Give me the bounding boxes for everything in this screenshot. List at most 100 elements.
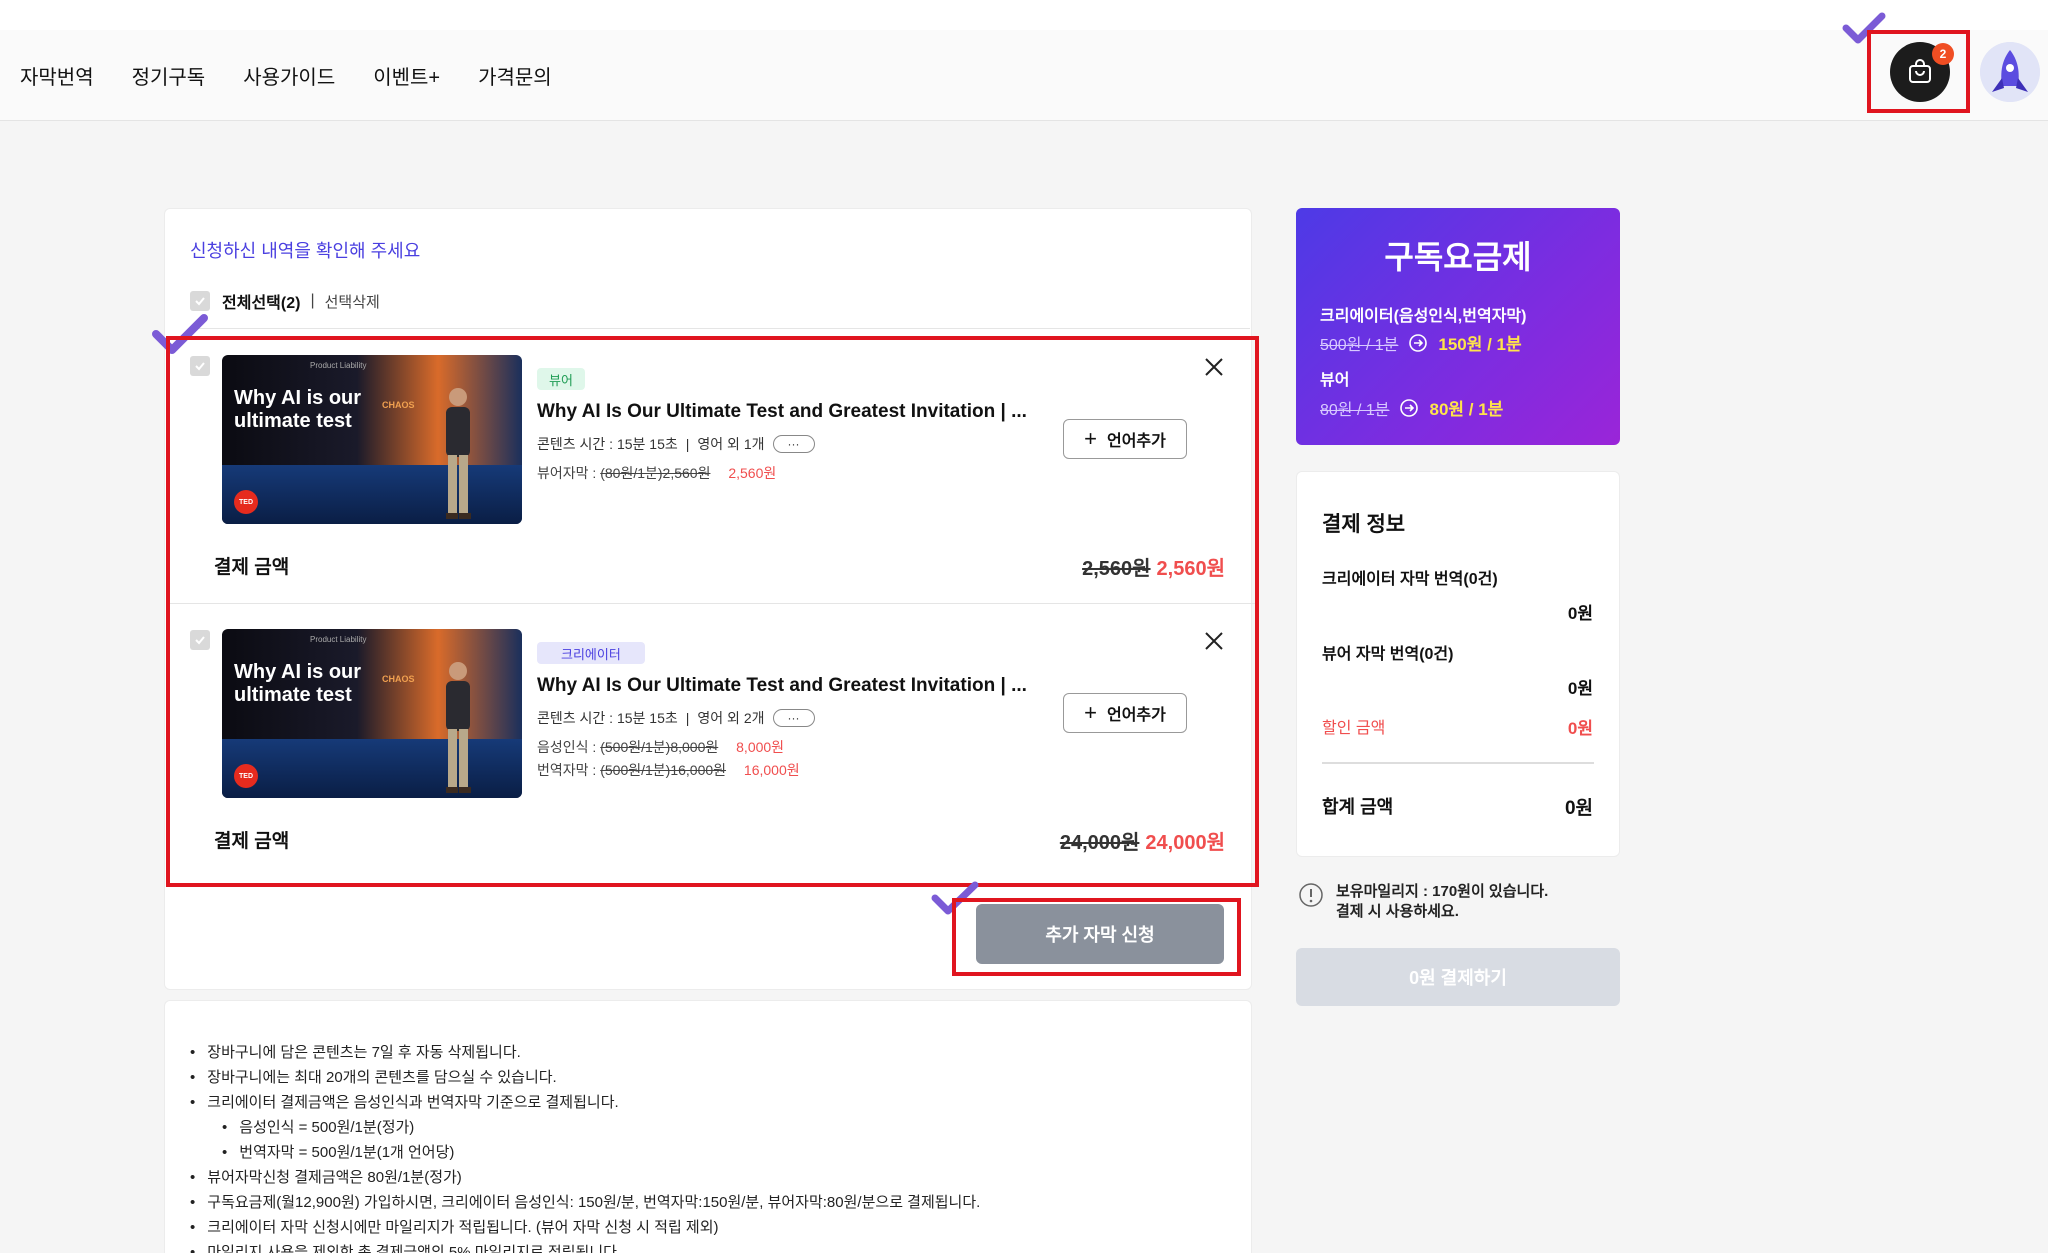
content-duration: 콘텐츠 시간 : 15분 15초 (537, 710, 678, 726)
subscription-plan-card[interactable]: 구독요금제 크리에이터(음성인식,번역자막) 500원 / 1분 150원 / … (1296, 208, 1620, 445)
check-icon (195, 636, 205, 645)
price-label: 번역자막 : (537, 762, 597, 778)
thumb-label: Product Liability (310, 635, 367, 644)
note-subitem: 음성인식 = 500원/1분(정가) (222, 1116, 414, 1137)
divider-line (190, 328, 1250, 329)
nav-item-pricing-inquiry[interactable]: 가격문의 (478, 61, 552, 90)
delete-selected-link[interactable]: 선택삭제 (325, 291, 380, 312)
payment-info-title: 결제 정보 (1322, 513, 1406, 536)
payment-amount: 24,000원 24,000원 (1060, 826, 1225, 855)
total-value: 0원 (1564, 798, 1593, 819)
viewer-tag: 뷰어 (537, 368, 585, 390)
header: 자막번역 정기구독 사용가이드 이벤트+ 가격문의 (0, 30, 2048, 121)
viewer-translation-value: 0원 (1567, 679, 1593, 698)
select-all-label[interactable]: 전체선택(2) (222, 289, 300, 313)
language-count: 영어 외 2개 (697, 710, 765, 726)
creator-translation-value: 0원 (1567, 604, 1593, 623)
payment-amount-label: 결제 금액 (214, 831, 290, 852)
thumb-brand: CHAOS (382, 400, 415, 410)
cart-title: 신청하신 내역을 확인해 주세요 (190, 241, 421, 261)
top-strip (0, 0, 2048, 30)
content-duration: 콘텐츠 시간 : 15분 15초 (537, 436, 678, 452)
mileage-line: 보유마일리지 : 170원이 있습니다. (1336, 883, 1549, 900)
payment-final: 2,560원 (1156, 558, 1225, 580)
add-language-button[interactable]: + 언어추가 (1063, 693, 1187, 733)
info-icon (1299, 883, 1323, 907)
creator-new-price: 150원 / 1분 (1438, 335, 1522, 354)
item-title: Why AI Is Our Ultimate Test and Greatest… (537, 675, 1027, 696)
ted-logo: TED (234, 764, 258, 788)
creator-translation-label: 크리에이터 자막 번역(0건) (1322, 571, 1498, 588)
thumb-label: Product Liability (310, 361, 367, 370)
discount-label: 할인 금액 (1322, 720, 1386, 737)
nav-item-subscription[interactable]: 정기구독 (132, 61, 206, 90)
item-title: Why AI Is Our Ultimate Test and Greatest… (537, 401, 1027, 422)
note-item: 크리에이터 자막 신청시에만 마일리지가 적립됩니다. (뷰어 자막 신청 시 … (190, 1216, 718, 1237)
price-final: 8,000원 (736, 739, 785, 755)
item-meta: 콘텐츠 시간 : 15분 15초 | 영어 외 2개 ··· (537, 708, 815, 728)
creator-old-price: 500원 / 1분 (1320, 336, 1399, 354)
payment-final: 24,000원 (1145, 832, 1225, 854)
more-languages-button[interactable]: ··· (772, 709, 815, 727)
note-item: 크리에이터 결제금액은 음성인식과 번역자막 기준으로 결제됩니다. (190, 1091, 618, 1112)
item-divider (170, 603, 1255, 604)
thumb-title: Why AI is our ultimate test (234, 387, 361, 433)
select-all-checkbox[interactable] (190, 291, 210, 311)
speaker-figure (446, 388, 471, 519)
note-subitem: 번역자막 = 500원/1분(1개 언어당) (222, 1141, 454, 1162)
plan-title: 구독요금제 (1384, 239, 1532, 275)
note-item: 뷰어자막신청 결제금액은 80원/1분(정가) (190, 1166, 462, 1187)
nav-item-guide[interactable]: 사용가이드 (243, 61, 335, 90)
payment-amount-label: 결제 금액 (214, 557, 290, 578)
plus-icon: + (1084, 426, 1097, 451)
plus-icon: + (1084, 700, 1097, 725)
total-divider (1322, 762, 1594, 764)
thumb-brand: CHAOS (382, 674, 415, 684)
thumb-title-line: ultimate test (234, 684, 352, 706)
nav-item-events[interactable]: 이벤트+ (373, 61, 440, 90)
payment-original: 2,560원 (1082, 558, 1151, 580)
thumb-title-line: ultimate test (234, 410, 352, 432)
cart-count-badge: 2 (1932, 43, 1954, 65)
more-languages-button[interactable]: ··· (772, 435, 815, 453)
nav-item-subtitle-translation[interactable]: 자막번역 (20, 61, 94, 90)
language-count: 영어 외 1개 (697, 436, 765, 452)
add-language-label: 언어추가 (1106, 433, 1166, 450)
price-line-translation: 번역자막 : (500원/1분)16,000원 16,000원 (537, 760, 800, 780)
check-icon (195, 297, 205, 306)
note-item: 구독요금제(월12,900원) 가입하시면, 크리에이터 음성인식: 150원/… (190, 1191, 980, 1212)
add-language-button[interactable]: + 언어추가 (1063, 419, 1187, 459)
thumb-title-line: Why AI is our (234, 387, 362, 409)
add-language-label: 언어추가 (1106, 707, 1166, 724)
item-checkbox[interactable] (190, 630, 210, 650)
price-final: 16,000원 (743, 762, 800, 778)
payment-original: 24,000원 (1059, 832, 1140, 854)
check-icon (195, 362, 205, 371)
video-thumbnail[interactable]: Product Liability Why AI is our ultimate … (222, 629, 522, 798)
ted-logo: TED (234, 490, 258, 514)
viewer-translation-label: 뷰어 자막 번역(0건) (1322, 646, 1454, 663)
remove-item-close-icon[interactable] (1203, 356, 1225, 378)
avatar[interactable] (1980, 42, 2040, 102)
remove-item-close-icon[interactable] (1203, 630, 1225, 652)
item-meta: 콘텐츠 시간 : 15분 15초 | 영어 외 1개 ··· (537, 434, 815, 454)
price-original: (80원/1분)2,560원 (600, 465, 711, 481)
total-label: 합계 금액 (1322, 797, 1394, 817)
price-line-speech: 음성인식 : (500원/1분)8,000원 8,000원 (537, 737, 784, 757)
mileage-text: 보유마일리지 : 170원이 있습니다. 결제 시 사용하세요. (1336, 882, 1548, 922)
mileage-line: 결제 시 사용하세요. (1336, 903, 1459, 920)
payment-amount: 2,560원 2,560원 (1082, 552, 1225, 581)
note-item: 장바구니에는 최대 20개의 콘텐츠를 담으실 수 있습니다. (190, 1066, 556, 1087)
viewer-plan-label: 뷰어 (1320, 372, 1350, 389)
price-original: (500원/1분)8,000원 (600, 739, 719, 755)
meta-separator: | (685, 436, 690, 452)
note-item: 장바구니에 담은 콘텐츠는 7일 후 자동 삭제됩니다. (190, 1041, 521, 1062)
mileage-notice: 보유마일리지 : 170원이 있습니다. 결제 시 사용하세요. (1298, 882, 1548, 922)
price-line-viewer: 뷰어자막 : (80원/1분)2,560원 2,560원 (537, 463, 776, 483)
video-thumbnail[interactable]: Product Liability Why AI is our ultimate … (222, 355, 522, 524)
price-label: 뷰어자막 : (537, 465, 597, 481)
add-subtitle-request-button[interactable]: 추가 자막 신청 (976, 904, 1224, 964)
pay-button[interactable]: 0원 결제하기 (1296, 948, 1620, 1006)
item-checkbox[interactable] (190, 356, 210, 376)
arrow-right-circle-icon (1400, 398, 1419, 417)
